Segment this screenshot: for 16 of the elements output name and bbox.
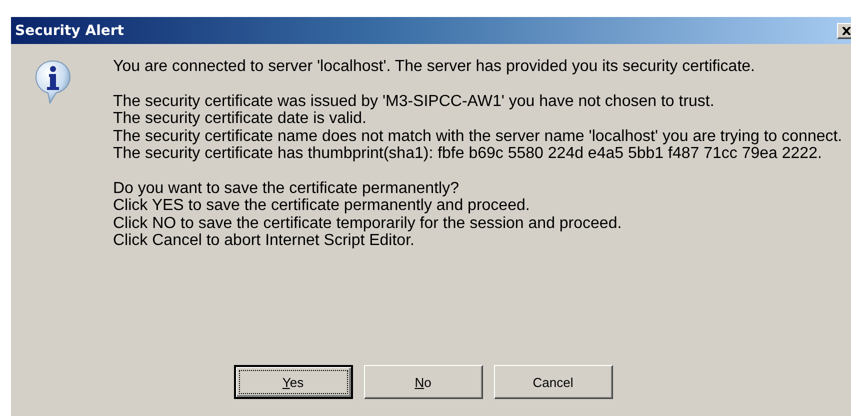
dialog-button[interactable]: Cancel [494,365,612,399]
message-text: The security certificate name does not match with the server name 'localhost' you are trying to connect. [113,128,844,145]
message-text: Click Cancel to abort Internet Script Editor. [113,232,416,250]
window-title: Security Alert [15,22,124,38]
close-icon [842,26,850,34]
message-text: You are connected to server 'localhost'. The server has provided you its security certificate. [113,58,756,76]
dialog-button[interactable]: No [364,365,482,399]
message-text: The security certificate has thumbprint(sha1): fbfe b69c 5580 224d e4a5 5bb1 f487 71cc 79ea 2222. [113,145,823,162]
message-text: Do you want to save the certificate permanently? [113,180,460,197]
message-text: Click YES to save the certificate permanently and proceed. [113,197,531,214]
message-text: Click NO to save the certificate temporarily for the session and proceed. [113,214,623,232]
dialog-button[interactable]: Yes [234,365,352,399]
close-button[interactable] [837,22,851,38]
message-text: The security certificate was issued by 'M3-SIPCC-AW1' you have not chosen to trust. [113,92,716,110]
message-text: The security certificate date is valid. [113,110,368,128]
info-icon [35,60,71,104]
